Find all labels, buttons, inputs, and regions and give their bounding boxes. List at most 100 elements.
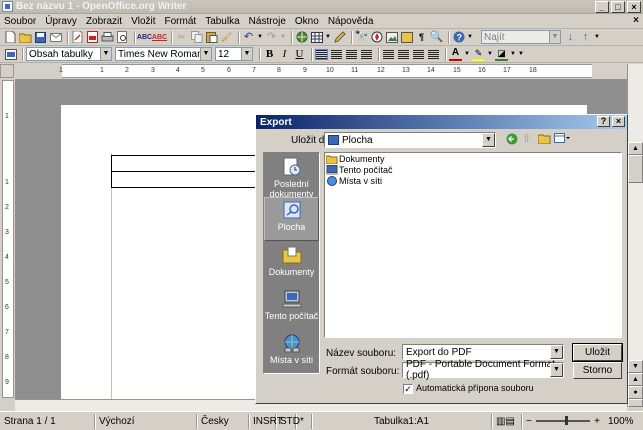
zoom-track[interactable]	[535, 416, 591, 425]
align-right-button[interactable]	[345, 48, 358, 61]
place-network[interactable]: Místa v síti	[264, 331, 319, 375]
place-my-computer[interactable]: Tento počítač	[264, 287, 319, 331]
bullets-button[interactable]	[397, 48, 410, 61]
filename-input[interactable]: Export do PDF ▼	[402, 344, 564, 360]
scroll-down-button[interactable]: ▼	[628, 360, 643, 373]
zoom-out-icon[interactable]: −	[526, 416, 532, 427]
align-center-button[interactable]	[330, 48, 343, 61]
status-selection-mode[interactable]: STD	[276, 413, 300, 429]
paste-icon[interactable]	[205, 31, 218, 44]
filename-arrow[interactable]: ▼	[550, 345, 563, 359]
decrease-indent-button[interactable]	[412, 48, 425, 61]
vertical-scrollbar[interactable]: ▲ ▼ ▲ ●	[627, 64, 643, 407]
navigation-button[interactable]: ●	[628, 386, 643, 399]
styles-formatting-icon[interactable]	[4, 48, 17, 61]
numbering-button[interactable]	[382, 48, 395, 61]
save-icon[interactable]	[34, 31, 47, 44]
increase-indent-button[interactable]	[427, 48, 440, 61]
toolbar-options-icon[interactable]: ▼	[467, 31, 473, 44]
next-page-button[interactable]	[628, 399, 643, 407]
font-name-arrow[interactable]: ▼	[200, 48, 211, 60]
list-item[interactable]: Místa v síti	[325, 175, 621, 186]
hyperlink-icon[interactable]	[295, 31, 308, 44]
undo-icon[interactable]: ↶	[242, 31, 255, 44]
menu-napoveda[interactable]: Nápověda	[328, 16, 374, 27]
dialog-help-button[interactable]: ?	[597, 116, 610, 127]
font-name-combo[interactable]: Times New Roman ▼	[115, 47, 212, 61]
scroll-up-button[interactable]: ▲	[628, 142, 643, 155]
mail-icon[interactable]	[49, 31, 62, 44]
save-button[interactable]: Uložit	[572, 343, 623, 362]
open-folder-icon[interactable]	[19, 31, 32, 44]
font-color-dropdown-icon[interactable]: ▼	[464, 48, 470, 61]
menu-format[interactable]: Formát	[165, 16, 197, 27]
find-toolbar-options-icon[interactable]: ▼	[594, 31, 600, 44]
datasources-icon[interactable]	[400, 31, 413, 44]
view-menu-icon[interactable]	[554, 133, 570, 147]
paragraph-style-arrow[interactable]: ▼	[100, 48, 111, 60]
zoom-in-icon[interactable]: +	[594, 416, 600, 427]
background-color-dropdown-icon[interactable]: ▼	[510, 48, 516, 61]
document-table[interactable]	[111, 155, 271, 188]
export-pdf-icon[interactable]	[86, 31, 99, 44]
navigator-icon[interactable]	[370, 31, 383, 44]
look-in-arrow[interactable]: ▼	[482, 133, 495, 147]
redo-dropdown-icon[interactable]: ▼	[280, 31, 286, 44]
filetype-select[interactable]: PDF - Portable Document Format (.pdf) ▼	[402, 359, 564, 381]
edit-file-icon[interactable]	[71, 31, 84, 44]
menu-okno[interactable]: Okno	[295, 16, 319, 27]
status-zoom[interactable]: 100%	[604, 414, 640, 429]
justify-button[interactable]	[360, 48, 373, 61]
close-window-button[interactable]: ×	[627, 1, 641, 13]
underline-button[interactable]: U	[293, 48, 306, 61]
print-icon[interactable]	[101, 31, 114, 44]
place-desktop[interactable]: Plocha	[264, 197, 319, 241]
file-list[interactable]: Dokumenty Tento počítač Místa v síti	[324, 152, 622, 338]
back-icon[interactable]	[506, 133, 518, 148]
font-size-arrow[interactable]: ▼	[241, 48, 252, 60]
clone-format-icon[interactable]: 🖌	[220, 31, 233, 44]
auto-extension-checkbox[interactable]: ✓	[403, 384, 413, 394]
spellcheck-icon[interactable]: ABC	[137, 31, 152, 44]
cut-icon[interactable]: ✂	[175, 31, 188, 44]
zoom-thumb[interactable]	[564, 416, 568, 425]
list-item[interactable]: Tento počítač	[325, 164, 621, 175]
redo-icon[interactable]: ↷	[265, 31, 278, 44]
menu-soubor[interactable]: Soubor	[4, 16, 36, 27]
gallery-icon[interactable]	[385, 31, 398, 44]
status-page-style[interactable]: Výchozí	[95, 413, 197, 429]
minimize-button[interactable]: _	[595, 1, 609, 13]
copy-icon[interactable]	[190, 31, 203, 44]
close-document-icon[interactable]: ×	[633, 15, 639, 26]
paragraph-style-combo[interactable]: Obsah tabulky ▼	[26, 47, 112, 61]
table-icon[interactable]	[310, 31, 323, 44]
align-left-button[interactable]	[315, 48, 328, 61]
show-draw-functions-icon[interactable]	[333, 31, 346, 44]
zoom-icon[interactable]: 🔍	[430, 31, 444, 44]
print-preview-icon[interactable]	[116, 31, 129, 44]
place-documents[interactable]: Dokumenty	[264, 243, 319, 287]
find-input[interactable]: Najít ▼	[481, 30, 561, 44]
menu-nastroje[interactable]: Nástroje	[249, 16, 286, 27]
background-color-icon[interactable]: ◪	[495, 48, 508, 61]
find-next-icon[interactable]: ↓	[564, 31, 577, 44]
undo-dropdown-icon[interactable]: ▼	[257, 31, 263, 44]
list-item[interactable]: Dokumenty	[325, 153, 621, 164]
nonprinting-chars-icon[interactable]: ¶	[415, 31, 428, 44]
autospellcheck-icon[interactable]: ABC	[152, 31, 167, 44]
horizontal-ruler[interactable]: 1 1 2 3 4 5 6 7 8 9 10 11 12 13 14 15 16…	[59, 64, 592, 78]
status-page[interactable]: Strana 1 / 1	[0, 413, 95, 429]
filetype-arrow[interactable]: ▼	[550, 363, 563, 377]
vertical-ruler[interactable]: 1 1 2 3 4 5 6 7 8 9	[2, 80, 14, 398]
find-previous-icon[interactable]: ↑	[579, 31, 592, 44]
font-color-icon[interactable]: A	[449, 48, 462, 61]
cancel-button[interactable]: Storno	[573, 362, 622, 379]
look-in-combo[interactable]: Plocha ▼	[324, 132, 496, 148]
menu-upravy[interactable]: Úpravy	[45, 16, 77, 27]
bold-button[interactable]: B	[263, 48, 276, 61]
highlighting-icon[interactable]: ✎	[472, 48, 485, 61]
table-row[interactable]	[112, 156, 270, 172]
highlighting-dropdown-icon[interactable]: ▼	[487, 48, 493, 61]
new-folder-icon[interactable]	[537, 133, 551, 147]
maximize-button[interactable]: □	[611, 1, 625, 13]
